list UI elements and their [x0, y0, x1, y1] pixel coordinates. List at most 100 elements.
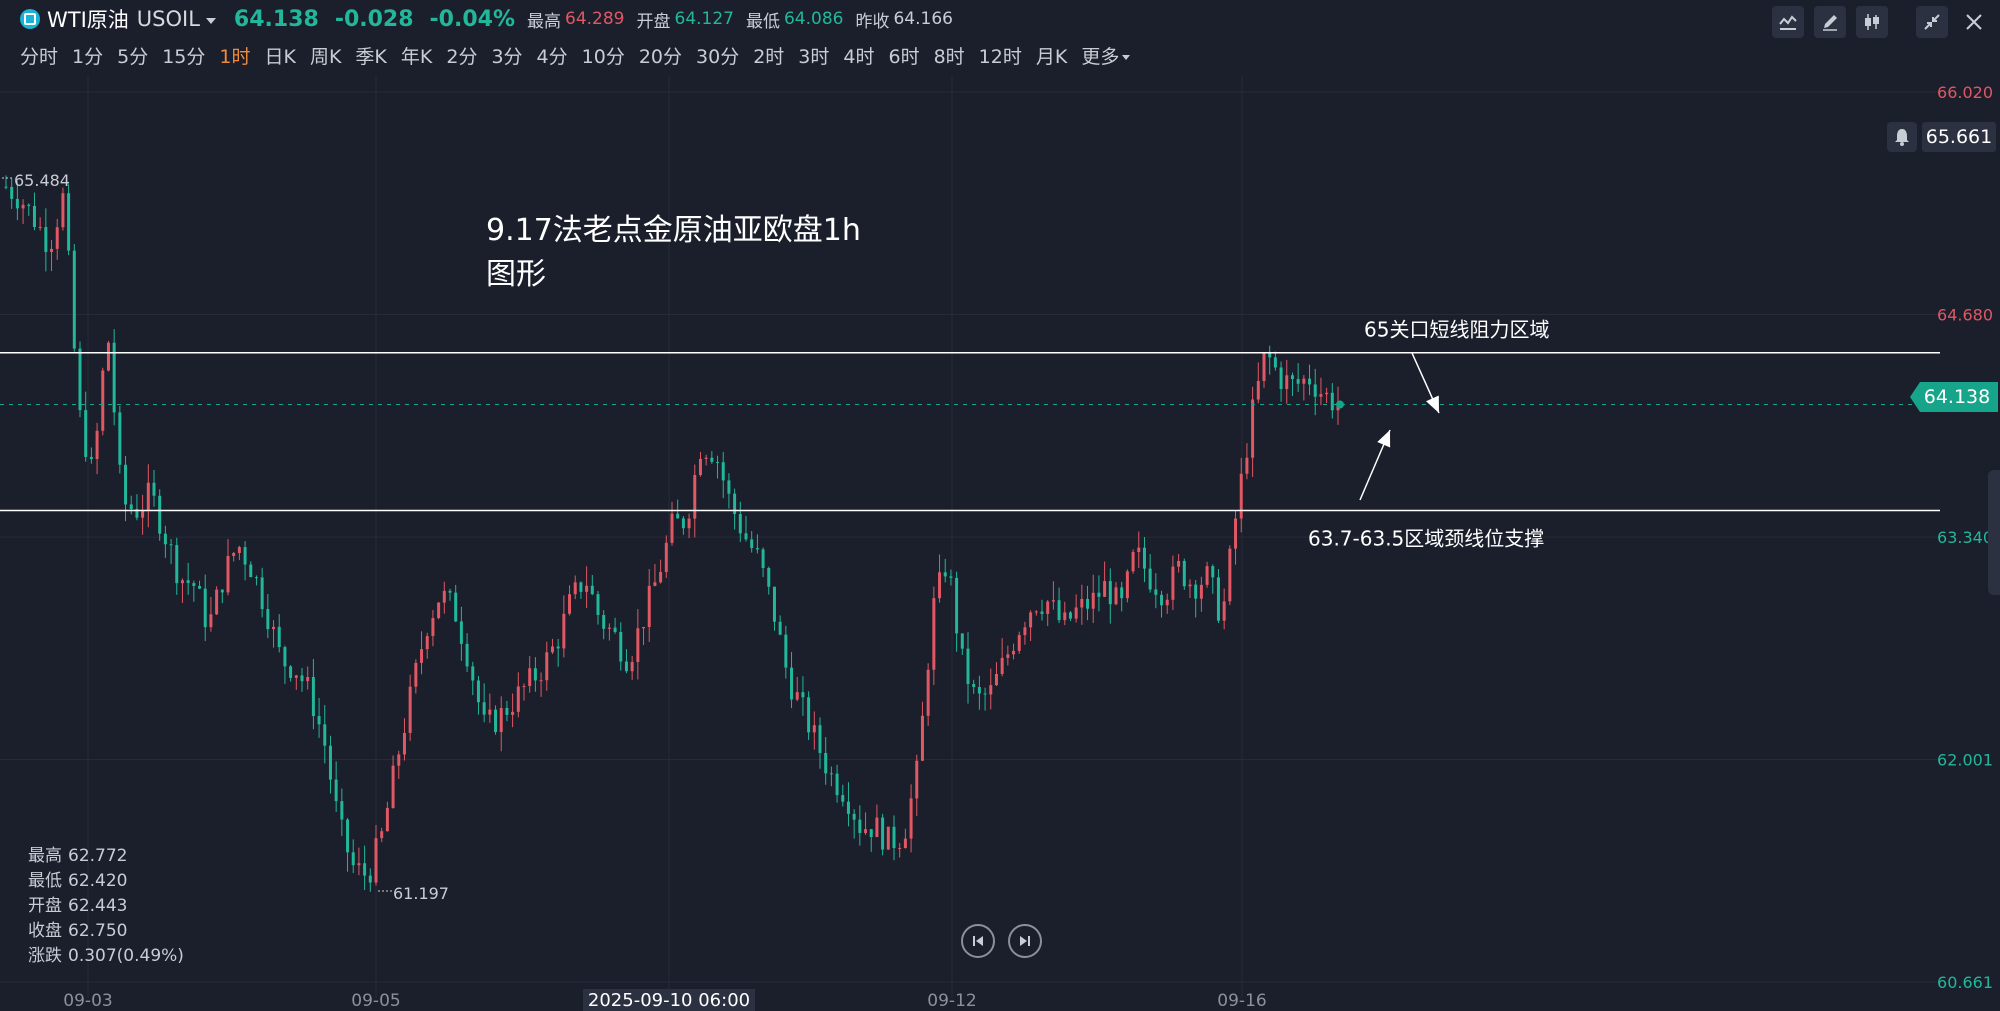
- candle-body: [841, 795, 845, 802]
- candle-body: [1131, 552, 1135, 572]
- candle-body: [158, 495, 162, 534]
- side-panel-handle[interactable]: [1988, 470, 2000, 595]
- chart-title: 9.17法老点金原油亚欧盘1h 图形: [486, 213, 861, 292]
- more-label: 更多: [1081, 45, 1120, 68]
- timeframe-tab[interactable]: 2时: [753, 42, 784, 69]
- candle-body: [465, 643, 469, 667]
- candle-body: [1239, 473, 1243, 519]
- candle-body: [1211, 566, 1215, 578]
- candle-body: [4, 186, 8, 188]
- timeframe-tab[interactable]: 6时: [888, 42, 919, 69]
- candle-body: [1199, 584, 1203, 599]
- symbol-code[interactable]: USOIL: [137, 7, 200, 31]
- more-timeframes-button[interactable]: 更多: [1081, 42, 1131, 69]
- stat-value: 64.086: [783, 9, 844, 29]
- candle-body: [1154, 589, 1158, 595]
- timeframe-tab[interactable]: 1时: [219, 42, 250, 69]
- ohlc-row: 最高 62.772: [28, 844, 184, 869]
- candle-body: [955, 577, 959, 634]
- candlestick-chart[interactable]: 09-03 09-05 2025-09-10 06:00 09-12 09-16 66.0…: [0, 76, 2000, 1011]
- candle-body: [346, 819, 350, 853]
- candle-body: [152, 482, 156, 496]
- timeframe-tab[interactable]: 日K: [264, 42, 295, 69]
- prev-icon[interactable]: [961, 924, 995, 958]
- candle-body: [323, 724, 327, 746]
- ohlc-value: 62.443: [68, 896, 128, 916]
- symbol-dropdown-icon[interactable]: [205, 17, 216, 24]
- candle-body: [716, 461, 720, 463]
- candle-body: [738, 514, 742, 534]
- current-price-tag: 64.138: [1910, 382, 1998, 412]
- candle-body: [1057, 600, 1061, 621]
- candle-body: [437, 602, 441, 619]
- timeframe-tab[interactable]: 15分: [162, 42, 205, 69]
- candle-body: [1034, 611, 1038, 613]
- candle-body: [180, 580, 184, 584]
- timeframe-tab[interactable]: 周K: [310, 42, 341, 69]
- price-alert-bell-icon[interactable]: [1887, 122, 1917, 152]
- candle-body: [1068, 612, 1072, 619]
- candle-body: [1245, 457, 1249, 474]
- price-change: -0.028: [334, 6, 414, 32]
- candle-body: [61, 193, 65, 228]
- candle-body: [1313, 384, 1317, 397]
- line-indicator-icon[interactable]: [1772, 6, 1804, 38]
- candle-body: [420, 649, 424, 663]
- timeframe-tab[interactable]: 3分: [491, 42, 522, 69]
- candle-body: [1000, 657, 1004, 674]
- candle-body: [994, 673, 998, 686]
- candle-body: [772, 586, 776, 622]
- candle-type-icon[interactable]: [1856, 6, 1888, 38]
- candle-body: [237, 547, 241, 553]
- timeframe-tab[interactable]: 5分: [117, 42, 148, 69]
- candle-body: [209, 614, 213, 628]
- candle-body: [50, 248, 54, 253]
- timeframe-tab[interactable]: 季K: [355, 42, 386, 69]
- candle-body: [869, 829, 873, 838]
- alert-price-box[interactable]: 65.661: [1922, 122, 1996, 152]
- timeframe-tab[interactable]: 3时: [798, 42, 829, 69]
- candle-body: [1205, 566, 1209, 585]
- candle-body: [664, 542, 668, 572]
- timeframe-tab[interactable]: 年K: [401, 42, 432, 69]
- candle-body: [926, 669, 930, 716]
- timeframe-tab[interactable]: 分时: [20, 42, 58, 69]
- candle-body: [272, 626, 276, 630]
- candle-body: [1097, 592, 1101, 597]
- candle-body: [1216, 577, 1220, 621]
- candle-body: [72, 250, 76, 349]
- timeframe-tab[interactable]: 2分: [446, 42, 477, 69]
- x-tick-label-highlighted: 2025-09-10 06:00: [588, 990, 750, 1011]
- candle-body: [539, 680, 543, 682]
- candle-body: [903, 838, 907, 849]
- pen-icon[interactable]: [1814, 6, 1846, 38]
- next-icon[interactable]: [1008, 924, 1042, 958]
- timeframe-tab[interactable]: 30分: [696, 42, 739, 69]
- candle-body: [374, 838, 378, 883]
- candle-body: [755, 548, 759, 550]
- close-icon[interactable]: [1958, 6, 1990, 38]
- timeframe-tab[interactable]: 20分: [639, 42, 682, 69]
- candle-body: [283, 647, 287, 667]
- timeframe-tab[interactable]: 4时: [843, 42, 874, 69]
- timeframe-tab[interactable]: 1分: [72, 42, 103, 69]
- candle-body: [32, 205, 36, 228]
- candle-body: [266, 609, 270, 630]
- candle-body: [95, 430, 99, 459]
- candle-body: [1194, 584, 1198, 599]
- ohlc-row: 涨跌 0.307(0.49%): [28, 944, 184, 969]
- candle-body: [186, 580, 190, 584]
- timeframe-tab[interactable]: 8时: [934, 42, 965, 69]
- candle-body: [1086, 598, 1090, 609]
- ohlc-label: 最低: [28, 871, 62, 891]
- candle-body: [226, 555, 230, 593]
- collapse-icon[interactable]: [1916, 6, 1948, 38]
- candle-body: [693, 475, 697, 519]
- timeframe-tab[interactable]: 4分: [537, 42, 568, 69]
- candle-body: [1063, 612, 1067, 621]
- timeframe-tab[interactable]: 12时: [979, 42, 1022, 69]
- candle-body: [864, 829, 868, 833]
- timeframe-tab[interactable]: 10分: [582, 42, 625, 69]
- timeframe-tab[interactable]: 月K: [1036, 42, 1067, 69]
- symbol-name[interactable]: WTI原油: [47, 4, 129, 34]
